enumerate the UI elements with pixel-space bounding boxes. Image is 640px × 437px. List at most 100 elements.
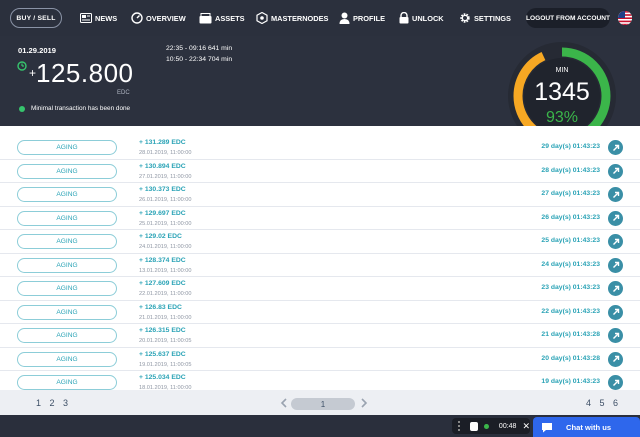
- recording-timer: 00:48: [498, 422, 517, 430]
- table-row: AGING + 130.373 EDC 26.01.2019, 11:00:00 27…: [0, 183, 640, 207]
- open-transaction-button[interactable]: [608, 351, 623, 367]
- nav-settings[interactable]: SETTINGS: [459, 10, 511, 26]
- nav-profile[interactable]: PROFILE: [339, 10, 385, 26]
- arrow-up-right-icon: [612, 355, 619, 362]
- stop-icon[interactable]: [469, 421, 479, 431]
- transaction-date: 19.01.2019, 11:00:05: [139, 361, 192, 368]
- nav-overview[interactable]: OVERVIEW: [131, 10, 186, 26]
- logout-button[interactable]: LOGOUT FROM ACCOUNT: [526, 8, 610, 28]
- summary-header: 01.29.2019 + 125.800 EDC Minimal transac…: [0, 36, 640, 150]
- overview-icon: [131, 12, 143, 24]
- aging-duration: 22 day(s) 01:43:23: [541, 307, 600, 315]
- open-transaction-button[interactable]: [608, 375, 623, 390]
- transaction-date: 24.01.2019, 11:00:00: [139, 244, 192, 250]
- open-transaction-button[interactable]: [608, 187, 623, 202]
- transaction-amount: + 128.374 EDC: [139, 256, 186, 264]
- transaction-date: 25.01.2019, 11:00:00: [139, 220, 192, 227]
- gauge-percent: 93%: [546, 109, 578, 126]
- table-row: AGING + 130.894 EDC 27.01.2019, 11:00:00 28…: [0, 160, 640, 183]
- chat-label: Chat with us: [566, 422, 612, 432]
- aging-status-button[interactable]: AGING: [17, 140, 117, 155]
- chat-button[interactable]: Chat with us: [533, 417, 640, 437]
- profile-icon: [339, 12, 350, 24]
- aging-duration: 24 day(s) 01:43:23: [541, 260, 600, 268]
- gauge-label: MIN: [556, 67, 569, 74]
- bottom-bar: 00:48 ✕ Chat with us: [0, 415, 640, 437]
- prev-page-icon[interactable]: [279, 398, 289, 408]
- aging-status-button[interactable]: AGING: [17, 257, 117, 273]
- us-flag-icon[interactable]: [618, 11, 632, 25]
- buy-sell-button[interactable]: BUY / SELL: [10, 8, 62, 28]
- aging-status-button[interactable]: AGING: [17, 234, 117, 249]
- status-message: Minimal transaction has been done: [31, 105, 131, 112]
- transaction-date: 21.01.2019, 11:00:00: [139, 314, 192, 321]
- transaction-date: 13.01.2019, 11:00:00: [139, 267, 192, 274]
- aging-status-button[interactable]: AGING: [17, 304, 117, 320]
- aging-duration: 26 day(s) 01:43:23: [541, 213, 600, 221]
- transaction-amount: + 131.289 EDC: [139, 139, 186, 146]
- open-transaction-button[interactable]: [608, 281, 623, 296]
- transactions-list: AGING + 131.289 EDC 28.01.2019, 11:00:00 29…: [0, 126, 640, 395]
- table-row: AGING + 131.289 EDC 28.01.2019, 11:00:00 29…: [0, 136, 640, 160]
- aging-duration: 27 day(s) 01:43:23: [541, 190, 600, 197]
- arrow-up-right-icon: [612, 261, 619, 268]
- aging-duration: 21 day(s) 01:43:28: [541, 331, 600, 338]
- open-transaction-button[interactable]: [608, 163, 623, 179]
- close-icon[interactable]: ✕: [522, 421, 530, 432]
- aging-status-button[interactable]: AGING: [17, 210, 117, 226]
- pagination: 1 2 3 1 4 5 6: [0, 390, 640, 415]
- open-transaction-button[interactable]: [608, 328, 623, 343]
- gear-icon: [460, 13, 470, 23]
- total-amount: 125.800: [36, 58, 134, 88]
- open-transaction-button[interactable]: [608, 234, 623, 249]
- aging-status-button[interactable]: AGING: [17, 187, 117, 202]
- pagination-right-pages[interactable]: 4 5 6: [586, 398, 621, 408]
- aging-duration: 19 day(s) 01:43:23: [541, 378, 600, 385]
- open-transaction-button[interactable]: [608, 140, 623, 155]
- aging-duration: 20 day(s) 01:43:28: [541, 354, 600, 362]
- time-range-2: 10:50 - 22:34 704 min: [166, 56, 233, 63]
- arrow-up-right-icon: [612, 214, 619, 221]
- grip-icon[interactable]: [458, 421, 464, 431]
- aging-status-button[interactable]: AGING: [17, 375, 117, 390]
- aging-status-button[interactable]: AGING: [17, 281, 117, 296]
- news-icon: [80, 13, 92, 23]
- refresh-clock-icon: [17, 61, 27, 71]
- nav-news[interactable]: NEWS: [80, 10, 117, 26]
- transaction-amount: + 129.02 EDC: [139, 233, 182, 240]
- open-transaction-button[interactable]: [608, 304, 623, 320]
- nav-assets-label: ASSETS: [215, 13, 245, 23]
- lock-icon: [399, 12, 409, 24]
- next-page-icon[interactable]: [359, 398, 369, 408]
- gauge-value: 1345: [534, 78, 590, 106]
- pagination-left-pages[interactable]: 1 2 3: [36, 398, 71, 408]
- table-row: AGING + 127.609 EDC 22.01.2019, 11:00:00 23…: [0, 277, 640, 301]
- nav-unlock[interactable]: UNLOCK: [399, 10, 444, 26]
- aging-duration: 23 day(s) 01:43:23: [541, 284, 600, 291]
- nav-news-label: NEWS: [95, 13, 118, 23]
- current-page[interactable]: 1: [291, 398, 355, 410]
- transaction-date: 27.01.2019, 11:00:00: [139, 173, 192, 180]
- nav-settings-label: SETTINGS: [474, 13, 511, 23]
- top-nav: BUY / SELL NEWS OVERVIEW ASSETS MASTERNO…: [0, 0, 640, 36]
- nav-profile-label: PROFILE: [353, 13, 386, 23]
- nav-masternodes[interactable]: MASTERNODES: [256, 10, 329, 26]
- current-date: 01.29.2019: [18, 46, 57, 55]
- transaction-date: 22.01.2019, 11:00:00: [139, 291, 192, 297]
- transaction-amount: + 127.609 EDC: [139, 280, 186, 287]
- table-row: AGING + 129.697 EDC 25.01.2019, 11:00:00 26…: [0, 207, 640, 230]
- table-row: AGING + 125.637 EDC 19.01.2019, 11:00:05 20…: [0, 348, 640, 371]
- aging-status-button[interactable]: AGING: [17, 351, 117, 367]
- nav-unlock-label: UNLOCK: [412, 13, 444, 23]
- arrow-up-right-icon: [612, 167, 619, 174]
- time-range-1: 22:35 - 09:16 641 min: [166, 45, 233, 52]
- aging-status-button[interactable]: AGING: [17, 328, 117, 343]
- chat-icon: [542, 422, 552, 432]
- open-transaction-button[interactable]: [608, 210, 623, 226]
- open-transaction-button[interactable]: [608, 257, 623, 273]
- status-dot: [484, 423, 489, 429]
- nav-assets[interactable]: ASSETS: [199, 10, 245, 26]
- aging-status-button[interactable]: AGING: [17, 163, 117, 179]
- transaction-date: 20.01.2019, 11:00:05: [139, 338, 192, 344]
- transaction-amount: + 125.034 EDC: [139, 374, 186, 381]
